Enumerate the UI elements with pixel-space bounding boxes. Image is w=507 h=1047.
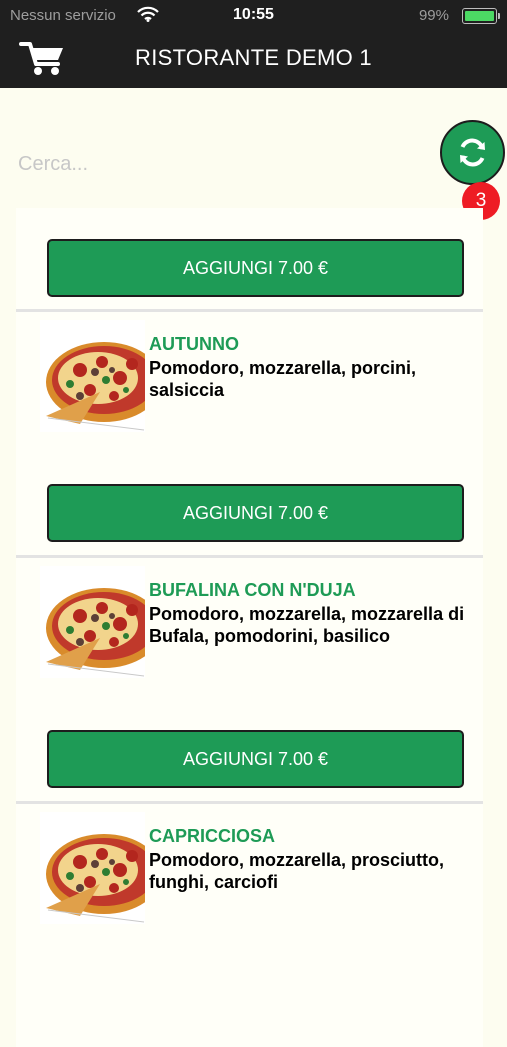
add-button[interactable]: AGGIUNGI 7.00 €	[47, 730, 464, 788]
pizza-image	[40, 812, 145, 924]
page-title: RISTORANTE DEMO 1	[135, 45, 372, 70]
product-name: AUTUNNO	[149, 334, 239, 354]
refresh-button[interactable]	[440, 120, 505, 185]
pizza-image	[40, 320, 145, 432]
product-description: Pomodoro, mozzarella, porcini, salsiccia	[149, 358, 417, 400]
list-item: CAPRICCIOSA Pomodoro, mozzarella, prosci…	[16, 804, 483, 1047]
status-bar: Nessun servizio 10:55 99%	[0, 0, 507, 30]
battery-percent: 99%	[418, 7, 449, 24]
add-button[interactable]: AGGIUNGI 7.00 €	[47, 239, 464, 297]
battery-icon	[462, 8, 500, 24]
pizza-image	[40, 566, 145, 678]
search-input[interactable]	[16, 145, 420, 183]
product-description: Pomodoro, mozzarella, mozzarella di Bufa…	[149, 604, 465, 646]
nav-bar: RISTORANTE DEMO 1	[0, 30, 507, 88]
battery-level	[465, 11, 494, 21]
list-item: AUTUNNO Pomodoro, mozzarella, porcini, s…	[16, 312, 483, 558]
list-item: AGGIUNGI 7.00 €	[16, 208, 483, 312]
add-button[interactable]: AGGIUNGI 7.00 €	[47, 484, 464, 542]
product-name: BUFALINA CON N'DUJA	[149, 580, 356, 600]
product-description: Pomodoro, mozzarella, prosciutto, funghi…	[149, 850, 445, 892]
product-name: CAPRICCIOSA	[149, 826, 276, 846]
list-item: BUFALINA CON N'DUJA Pomodoro, mozzarella…	[16, 558, 483, 804]
refresh-icon	[460, 138, 485, 167]
product-list: AGGIUNGI 7.00 € AUTUNNO Pomodoro, mozzar…	[16, 208, 483, 1047]
